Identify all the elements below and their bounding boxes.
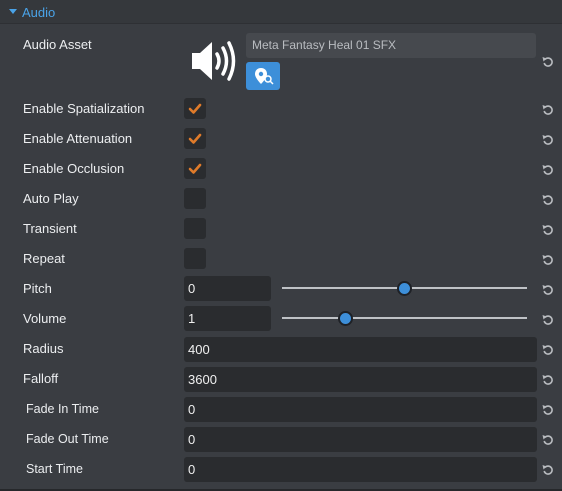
reset-icon[interactable] [542,134,554,146]
reset-icon[interactable] [542,314,554,326]
volume-slider-thumb[interactable] [338,311,354,326]
reset-icon[interactable] [542,404,554,416]
enable-attenuation-label: Enable Attenuation [23,131,133,146]
volume-slider-track[interactable] [282,317,527,319]
repeat-checkbox[interactable] [184,248,206,269]
reset-icon[interactable] [542,464,554,476]
reset-icon[interactable] [542,56,554,68]
start-time-input[interactable]: 0 [184,457,537,482]
start-time-label: Start Time [26,462,83,476]
section-header-audio[interactable]: Audio [0,0,562,24]
radius-label: Radius [23,341,64,356]
falloff-input[interactable]: 3600 [184,367,537,392]
volume-label: Volume [23,311,67,326]
checkmark-icon [188,133,202,144]
enable-occlusion-label: Enable Occlusion [23,161,125,176]
radius-input[interactable]: 400 [184,337,537,362]
reset-icon[interactable] [542,254,554,266]
volume-input[interactable]: 1 [184,306,271,331]
fade-in-time-input[interactable]: 0 [184,397,537,422]
reset-icon[interactable] [542,194,554,206]
fade-in-time-label: Fade In Time [26,402,99,416]
fade-out-time-label: Fade Out Time [26,432,109,446]
auto-play-checkbox[interactable] [184,188,206,209]
triangle-down-icon[interactable] [9,9,17,14]
audio-asset-label: Audio Asset [23,37,92,52]
checkmark-icon [188,163,202,174]
pitch-label: Pitch [23,281,52,296]
reset-icon[interactable] [542,434,554,446]
map-pin-icon [255,68,274,85]
reset-icon[interactable] [542,374,554,386]
transient-label: Transient [23,221,77,236]
checkmark-icon [188,103,202,114]
auto-play-label: Auto Play [23,191,79,206]
enable-occlusion-checkbox[interactable] [184,158,206,179]
transient-checkbox[interactable] [184,218,206,239]
reset-icon[interactable] [542,224,554,236]
repeat-label: Repeat [23,251,65,266]
enable-spatialization-label: Enable Spatialization [23,101,145,116]
reset-icon[interactable] [542,344,554,356]
reset-icon[interactable] [542,284,554,296]
falloff-label: Falloff [23,371,59,386]
pitch-slider-thumb[interactable] [397,281,412,296]
locate-asset-button[interactable] [246,62,280,90]
audio-asset-field[interactable]: Meta Fantasy Heal 01 SFX [246,33,536,58]
enable-spatialization-checkbox[interactable] [184,98,206,119]
pitch-input[interactable]: 0 [184,276,271,301]
section-title: Audio [22,5,56,20]
reset-icon[interactable] [542,104,554,116]
fade-out-time-input[interactable]: 0 [184,427,537,452]
speaker-icon [192,41,236,81]
reset-icon[interactable] [542,164,554,176]
enable-attenuation-checkbox[interactable] [184,128,206,149]
audio-properties-panel: Audio Audio Asset Meta Fantasy Heal 01 S… [0,0,562,491]
